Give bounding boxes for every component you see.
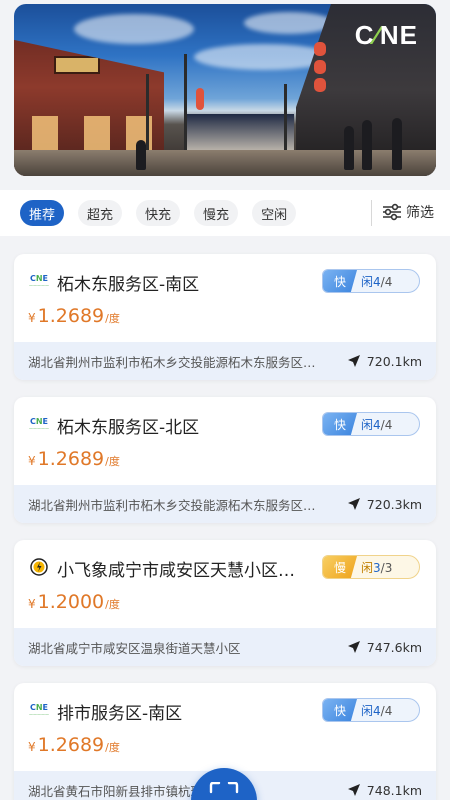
- currency-symbol: ¥: [28, 454, 36, 468]
- idle-label: 闲: [361, 703, 374, 718]
- scan-icon: [209, 782, 239, 794]
- address-row[interactable]: 湖北省荆州市监利市柘木乡交投能源柘木东服务区… 720.1km: [14, 342, 436, 380]
- idle-label: 闲: [361, 274, 374, 289]
- navigation-arrow-icon: [347, 641, 360, 653]
- chip-super-charge[interactable]: 超充: [78, 200, 123, 226]
- price-value: 1.2689: [37, 734, 105, 756]
- total-count: /4: [380, 703, 393, 718]
- price: ¥1.2689/度: [28, 734, 120, 756]
- price: ¥1.2689/度: [28, 305, 120, 327]
- price: ¥1.2689/度: [28, 448, 120, 470]
- idle-count: 4: [373, 417, 381, 432]
- station-address: 湖北省荆州市监利市柘木乡交投能源柘木东服务区…: [28, 354, 316, 370]
- price: ¥1.2000/度: [28, 591, 120, 613]
- availability-badge: 快 闲4/4: [322, 269, 420, 293]
- street: [14, 150, 436, 176]
- price-unit: /度: [105, 455, 120, 468]
- currency-symbol: ¥: [28, 597, 36, 611]
- availability-badge: 快 闲4/4: [322, 698, 420, 722]
- station-card[interactable]: 小飞象咸宁市咸安区天慧小区… 慢 闲3/3 ¥1.2000/度 湖北省咸宁市咸安…: [14, 540, 436, 666]
- sliders-icon: [383, 203, 401, 221]
- charge-type-tag: 慢: [323, 556, 357, 578]
- station-name: 柘木东服务区-北区: [57, 418, 200, 438]
- filter-bar: 推荐 超充 快充 慢充 空闲 筛选: [0, 190, 450, 236]
- chip-idle[interactable]: 空闲: [252, 200, 297, 226]
- idle-count: 3: [373, 560, 381, 575]
- station-name: 柘木东服务区-南区: [57, 275, 200, 295]
- station-card[interactable]: CNE ————— 柘木东服务区-北区 快 闲4/4 ¥1.2689/度 湖北省…: [14, 397, 436, 523]
- total-count: /4: [380, 274, 393, 289]
- chip-fast-charge[interactable]: 快充: [136, 200, 181, 226]
- navigation-arrow-icon: [347, 498, 360, 510]
- mid-building: [184, 114, 294, 154]
- distance-value: 720.1km: [366, 353, 422, 369]
- navigation-arrow-icon: [347, 355, 360, 367]
- filter-button[interactable]: 筛选: [382, 202, 434, 222]
- price-value: 1.2689: [37, 305, 105, 327]
- distance: 720.3km: [347, 497, 422, 512]
- charge-type-tag: 快: [323, 413, 357, 435]
- cne-brand-icon: CNE —————: [29, 416, 49, 431]
- total-count: /4: [380, 417, 393, 432]
- address-row[interactable]: 湖北省咸宁市咸安区温泉街道天慧小区 747.6km: [14, 628, 436, 666]
- availability-badge: 快 闲4/4: [322, 412, 420, 436]
- cne-brand-icon: CNE —————: [29, 702, 49, 717]
- price-unit: /度: [105, 741, 120, 754]
- idle-label: 闲: [361, 560, 374, 575]
- filter-divider: [371, 200, 372, 226]
- station-address: 湖北省荆州市监利市柘木乡交投能源柘木东服务区…: [28, 497, 316, 513]
- total-count: /3: [380, 560, 393, 575]
- idle-count: 4: [373, 274, 381, 289]
- station-address: 湖北省咸宁市咸安区温泉街道天慧小区: [28, 640, 241, 656]
- station-name: 小飞象咸宁市咸安区天慧小区…: [57, 561, 295, 581]
- idle-count: 4: [373, 703, 381, 718]
- distance: 748.1km: [347, 783, 422, 798]
- xiaofeixiang-brand-icon: [28, 556, 50, 578]
- address-row[interactable]: 湖北省荆州市监利市柘木乡交投能源柘木东服务区… 720.3km: [14, 485, 436, 523]
- distance-value: 747.6km: [366, 639, 422, 655]
- distance: 747.6km: [347, 640, 422, 655]
- price-value: 1.2689: [37, 448, 105, 470]
- charge-type-tag: 快: [323, 270, 357, 292]
- price-unit: /度: [105, 598, 120, 611]
- currency-symbol: ¥: [28, 311, 36, 325]
- distance: 720.1km: [347, 354, 422, 369]
- navigation-arrow-icon: [347, 784, 360, 796]
- price-unit: /度: [105, 312, 120, 325]
- cne-brand-icon: CNE —————: [29, 273, 49, 288]
- chip-recommend[interactable]: 推荐: [20, 200, 65, 226]
- availability-badge: 慢 闲3/3: [322, 555, 420, 579]
- hero-banner[interactable]: C∕NE: [14, 4, 436, 176]
- distance-value: 720.3km: [366, 496, 422, 512]
- idle-label: 闲: [361, 417, 374, 432]
- filter-label: 筛选: [406, 205, 434, 221]
- chip-slow-charge[interactable]: 慢充: [194, 200, 239, 226]
- station-name: 排市服务区-南区: [57, 704, 183, 724]
- currency-symbol: ¥: [28, 740, 36, 754]
- cne-logo: C∕NE: [354, 20, 418, 50]
- charge-type-tag: 快: [323, 699, 357, 721]
- station-address: 湖北省黄石市阳新县排市镇杭瑞高速杭…: [28, 783, 254, 799]
- station-card[interactable]: CNE ————— 柘木东服务区-南区 快 闲4/4 ¥1.2689/度 湖北省…: [14, 254, 436, 380]
- price-value: 1.2000: [37, 591, 105, 613]
- distance-value: 748.1km: [366, 782, 422, 798]
